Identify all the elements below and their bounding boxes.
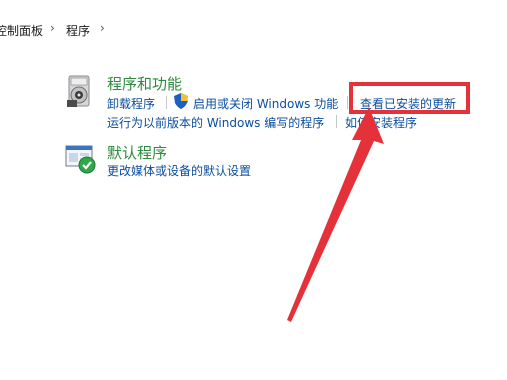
annotation-arrow <box>287 107 384 322</box>
control-panel-window: 控制面板 › 程序 › 程序和功能 卸载程序 启用或关闭 Windows 功能 … <box>0 0 507 380</box>
